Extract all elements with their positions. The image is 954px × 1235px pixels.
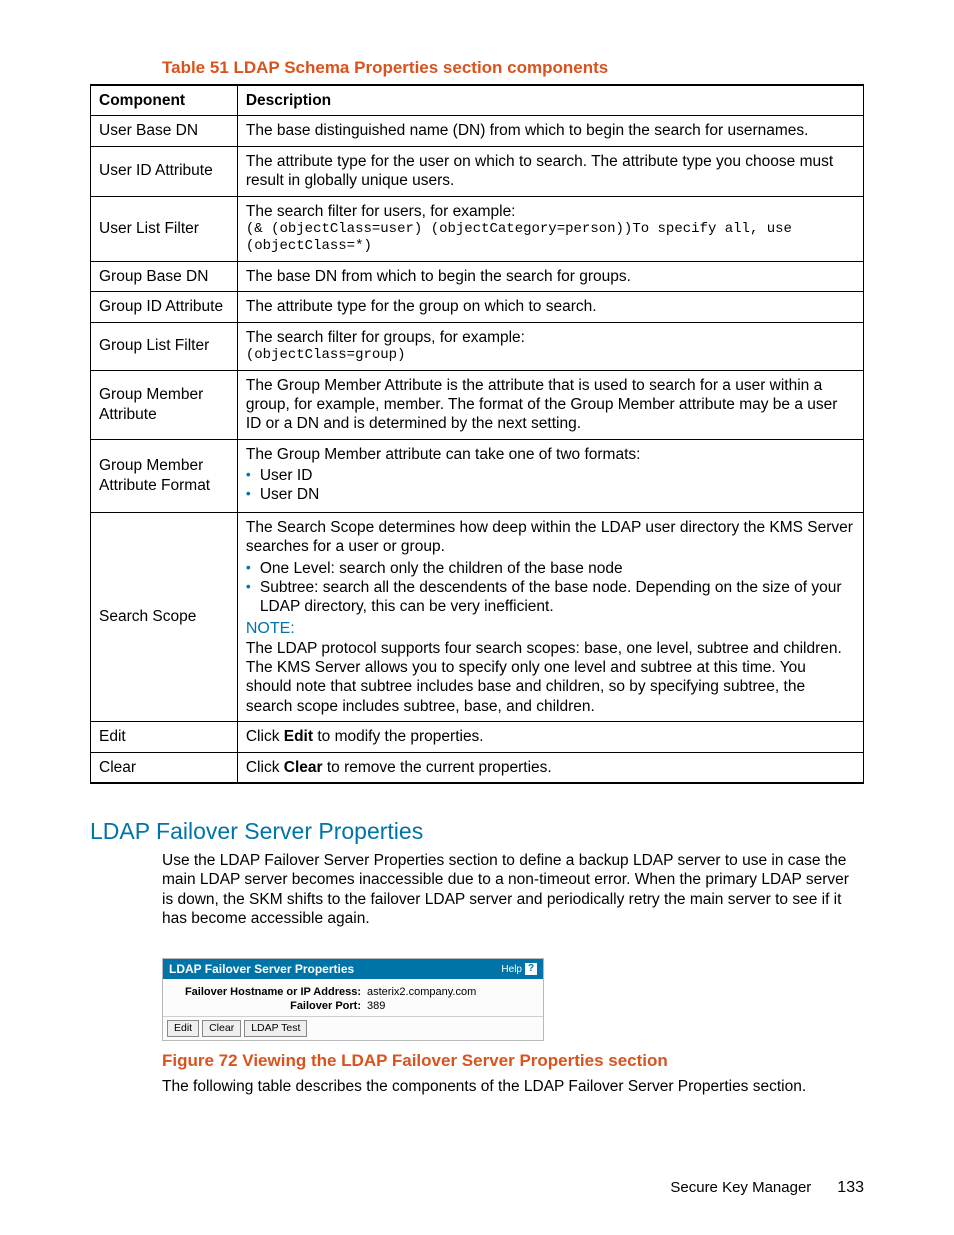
cell-description: The search filter for groups, for exampl…	[237, 322, 863, 370]
table-caption: Table 51 LDAP Schema Properties section …	[162, 58, 864, 78]
list-item: User ID	[260, 466, 855, 485]
th-description: Description	[237, 85, 863, 116]
cell-description: The attribute type for the group on whic…	[237, 292, 863, 322]
cell-component: Group Member Attribute	[91, 370, 238, 439]
help-link[interactable]: Help ?	[501, 963, 537, 975]
table-row: Group List Filter The search filter for …	[91, 322, 864, 370]
list-item: One Level: search only the children of t…	[260, 559, 855, 578]
cell-description: The Group Member Attribute is the attrib…	[237, 370, 863, 439]
page-footer: Secure Key Manager 133	[670, 1179, 864, 1197]
cell-component: Clear	[91, 752, 238, 783]
list-item: User DN	[260, 485, 855, 504]
failover-hostname-label: Failover Hostname or IP Address:	[171, 986, 367, 998]
failover-port-label: Failover Port:	[171, 1000, 367, 1012]
cell-component: User ID Attribute	[91, 146, 238, 196]
cell-description: The base distinguished name (DN) from wh…	[237, 116, 863, 146]
section-heading: LDAP Failover Server Properties	[90, 818, 864, 845]
table-row: Group Base DN The base DN from which to …	[91, 261, 864, 291]
ldap-test-button[interactable]: LDAP Test	[244, 1020, 307, 1037]
ldap-failover-panel: LDAP Failover Server Properties Help ? F…	[162, 958, 544, 1041]
table-row: Search Scope The Search Scope determines…	[91, 512, 864, 721]
list-item: Subtree: search all the descendents of t…	[260, 578, 855, 617]
section-body: Use the LDAP Failover Server Properties …	[162, 851, 864, 929]
table-row: User ID Attribute The attribute type for…	[91, 146, 864, 196]
cell-component: Edit	[91, 722, 238, 752]
note-label: NOTE:	[246, 619, 855, 639]
table-row: User Base DN The base distinguished name…	[91, 116, 864, 146]
panel-title: LDAP Failover Server Properties	[169, 962, 354, 976]
table-row: User List Filter The search filter for u…	[91, 196, 864, 261]
ldap-schema-table: Component Description User Base DN The b…	[90, 84, 864, 784]
footer-page-number: 133	[837, 1179, 864, 1197]
table-row: Group Member Attribute Format The Group …	[91, 439, 864, 512]
edit-button[interactable]: Edit	[167, 1020, 199, 1037]
cell-component: Group Member Attribute Format	[91, 439, 238, 512]
help-icon: ?	[525, 963, 537, 975]
cell-description: Click Edit to modify the properties.	[237, 722, 863, 752]
th-component: Component	[91, 85, 238, 116]
cell-description: The search filter for users, for example…	[237, 196, 863, 261]
footer-doc-title: Secure Key Manager	[670, 1179, 811, 1196]
note-body: The LDAP protocol supports four search s…	[246, 639, 855, 717]
cell-component: Group ID Attribute	[91, 292, 238, 322]
cell-component: Group Base DN	[91, 261, 238, 291]
cell-component: User List Filter	[91, 196, 238, 261]
panel-titlebar: LDAP Failover Server Properties Help ?	[163, 959, 543, 979]
failover-hostname-value: asterix2.company.com	[367, 986, 535, 998]
table-row: Clear Click Clear to remove the current …	[91, 752, 864, 783]
table-row: Edit Click Edit to modify the properties…	[91, 722, 864, 752]
table-row: Group ID Attribute The attribute type fo…	[91, 292, 864, 322]
table-row: Group Member Attribute The Group Member …	[91, 370, 864, 439]
figure-caption: Figure 72 Viewing the LDAP Failover Serv…	[162, 1051, 864, 1071]
cell-description: The base DN from which to begin the sear…	[237, 261, 863, 291]
clear-button[interactable]: Clear	[202, 1020, 241, 1037]
cell-description: Click Clear to remove the current proper…	[237, 752, 863, 783]
failover-port-value: 389	[367, 1000, 535, 1012]
cell-description: The attribute type for the user on which…	[237, 146, 863, 196]
cell-component: Search Scope	[91, 512, 238, 721]
post-figure-text: The following table describes the compon…	[162, 1077, 864, 1096]
cell-description: The Group Member attribute can take one …	[237, 439, 863, 512]
cell-component: Group List Filter	[91, 322, 238, 370]
cell-description: The Search Scope determines how deep wit…	[237, 512, 863, 721]
cell-component: User Base DN	[91, 116, 238, 146]
